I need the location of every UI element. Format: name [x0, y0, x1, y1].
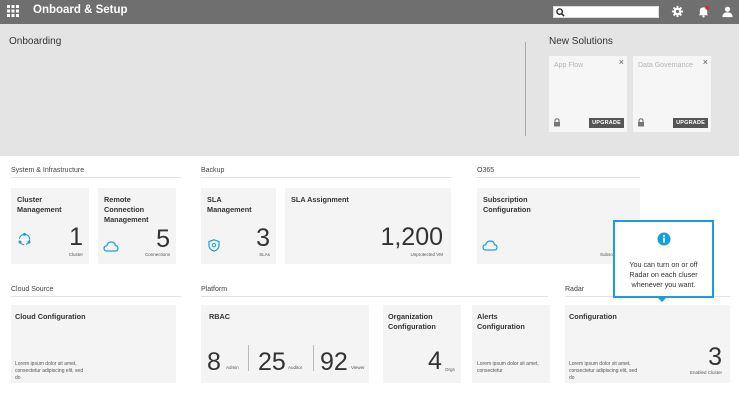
apps-grid-icon[interactable]	[7, 5, 19, 17]
upgrade-button[interactable]: UPGRADE	[673, 118, 708, 128]
card-alerts-configuration[interactable]: Alerts Configuration Lorem ipsum dolor s…	[472, 305, 550, 383]
section-divider	[11, 296, 181, 297]
card-title: Cluster Management	[17, 195, 62, 214]
onboarding-title: Onboarding	[9, 36, 62, 47]
cloud-icon	[482, 240, 498, 251]
section-divider	[201, 296, 548, 297]
card-cloud-configuration[interactable]: Cloud Configuration Lorem ipsum dolor si…	[11, 305, 176, 383]
solution-name: Data Governance	[638, 62, 693, 69]
shield-icon	[208, 239, 220, 252]
auditor-count: 25	[258, 348, 286, 376]
section-title-platform: Platform	[201, 286, 228, 293]
divider	[525, 42, 526, 136]
viewer-label: Viewer	[351, 365, 365, 370]
user-icon[interactable]	[721, 5, 734, 18]
solution-card-app-flow[interactable]: App Flow × UPGRADE	[549, 56, 627, 132]
card-description: Lorem ipsum dolor sit amet, consectetur	[477, 361, 539, 374]
card-title: SLA Assignment	[291, 195, 349, 204]
section-divider	[477, 177, 640, 178]
card-title: Subscription Configuration	[483, 195, 531, 214]
upgrade-button[interactable]: UPGRADE	[589, 118, 624, 128]
enabled-cluster-count: 3	[708, 343, 722, 371]
section-title-o365: O365	[477, 167, 495, 174]
card-title: Alerts Configuration	[477, 312, 525, 331]
new-solutions-title: New Solutions	[549, 36, 613, 47]
card-title: SLA Management	[207, 195, 252, 214]
card-title: Remote Connection Management	[104, 195, 149, 224]
section-title-backup: Backup	[201, 167, 225, 174]
cloud-icon	[103, 241, 119, 252]
orgs-unit: Orgs	[445, 367, 455, 372]
notification-dot	[705, 5, 710, 10]
admin-count: 8	[207, 348, 221, 376]
section-title-radar: Radar	[565, 286, 585, 293]
solution-name: App Flow	[554, 62, 584, 69]
sla-unit: SLAs	[259, 252, 270, 257]
section-divider	[11, 177, 181, 178]
connections-count: 5	[156, 225, 170, 253]
card-description: Lorem ipsum dolor sit amet, consectetur …	[569, 361, 638, 381]
sla-count: 3	[256, 224, 270, 252]
info-icon	[657, 232, 671, 246]
card-sla-assignment[interactable]: SLA Assignment 1,200 Unprotected VM	[285, 188, 451, 264]
card-organization-configuration[interactable]: Organization Configuration 4 Orgs	[383, 305, 461, 383]
close-icon[interactable]: ×	[703, 57, 708, 67]
tooltip-text: You can turn on or off Radar on each clu…	[629, 260, 698, 289]
bell-icon[interactable]	[697, 5, 710, 18]
card-title: RBAC	[209, 312, 231, 321]
admin-label: Admin	[226, 365, 239, 370]
card-title: Cloud Configuration	[15, 312, 86, 321]
solution-card-data-governance[interactable]: Data Governance × UPGRADE	[633, 56, 711, 132]
card-title: Configuration	[569, 312, 617, 321]
close-icon[interactable]: ×	[619, 57, 624, 67]
card-description: Lorem ipsum dolor sit amet, consectetur …	[15, 361, 84, 381]
radar-tooltip: You can turn on or off Radar on each clu…	[613, 220, 714, 298]
card-sla-management[interactable]: SLA Management 3 SLAs	[201, 188, 276, 264]
cluster-icon	[18, 232, 31, 246]
unprotected-vm-count: 1,200	[380, 223, 443, 251]
tooltip-pointer	[656, 296, 668, 302]
auditor-label: Auditor	[288, 365, 303, 370]
search-icon	[556, 8, 565, 17]
cluster-unit: Cluster	[68, 252, 83, 257]
gear-icon[interactable]	[671, 5, 684, 18]
hero-panel: Onboarding New Solutions App Flow × UPGR…	[0, 24, 739, 156]
enabled-cluster-unit: Enabled Cluster	[689, 370, 722, 375]
lock-icon	[554, 118, 560, 127]
section-divider	[201, 177, 451, 178]
card-title: Organization Configuration	[388, 312, 436, 331]
lock-icon	[638, 118, 644, 127]
rbac-divider	[248, 345, 249, 371]
connections-unit: Connections	[144, 252, 170, 257]
app-title: Onboard & Setup	[33, 4, 128, 16]
card-remote-connection[interactable]: Remote Connection Management 5 Connectio…	[98, 188, 176, 264]
cluster-count: 1	[69, 223, 83, 251]
orgs-count: 4	[428, 347, 442, 375]
card-radar-configuration[interactable]: Configuration Lorem ipsum dolor sit amet…	[565, 305, 730, 383]
card-cluster-management[interactable]: Cluster Management 1 Cluster	[11, 188, 89, 264]
section-title-system: System & Infrastructure	[11, 167, 85, 174]
viewer-count: 92	[320, 348, 348, 376]
unprotected-vm-unit: Unprotected VM	[410, 252, 443, 257]
search-input[interactable]	[553, 6, 659, 18]
top-bar: Onboard & Setup	[0, 0, 739, 24]
section-title-cloud-source: Cloud Source	[11, 286, 54, 293]
subscription-unit: Subscr	[600, 252, 615, 257]
rbac-divider	[313, 345, 314, 371]
